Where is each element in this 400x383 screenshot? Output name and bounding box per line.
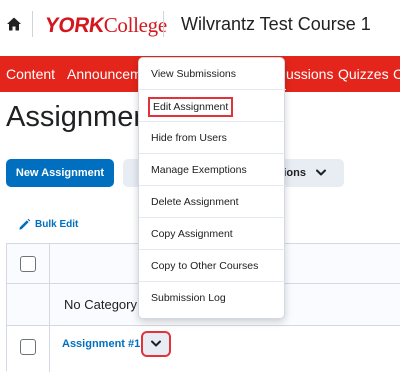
menu-item-label: Submission Log	[151, 292, 226, 304]
menu-item-label: Edit Assignment	[148, 97, 234, 117]
menu-item-label: Copy Assignment	[151, 228, 233, 240]
header-divider	[163, 11, 164, 37]
chevron-down-icon	[316, 169, 326, 176]
table-row: Assignment #1	[7, 326, 400, 372]
chevron-down-icon	[151, 340, 161, 347]
course-title[interactable]: Wilvrantz Test Course 1	[181, 14, 371, 35]
header-divider	[32, 11, 33, 37]
menu-item-delete-assignment[interactable]: Delete Assignment	[139, 186, 286, 218]
assignment-context-menu: View Submissions Edit Assignment Hide fr…	[138, 57, 286, 319]
bulk-edit-label: Bulk Edit	[35, 219, 79, 230]
pencil-icon	[19, 218, 31, 230]
york-college-logo[interactable]: YORK College	[43, 13, 168, 37]
logo-york-text: YORK	[43, 14, 106, 37]
page-title: Assignment	[6, 101, 158, 133]
menu-item-label: Delete Assignment	[151, 196, 239, 208]
menu-item-manage-exemptions[interactable]: Manage Exemptions	[139, 154, 286, 186]
menu-item-edit-assignment[interactable]: Edit Assignment	[139, 90, 286, 122]
assignment-link[interactable]: Assignment #1	[62, 338, 140, 350]
nav-item-quizzes[interactable]: Quizzes	[338, 66, 389, 82]
select-all-checkbox[interactable]	[20, 256, 36, 272]
assignment-actions-button[interactable]	[141, 331, 171, 357]
menu-item-copy-assignment[interactable]: Copy Assignment	[139, 218, 286, 250]
category-label: No Category	[64, 297, 137, 312]
bulk-edit-link[interactable]: Bulk Edit	[18, 218, 78, 231]
menu-item-label: Manage Exemptions	[151, 164, 247, 176]
nav-item-more[interactable]: C	[393, 66, 400, 82]
column-divider	[49, 244, 50, 372]
course-header: YORK College Wilvrantz Test Course 1	[0, 0, 400, 55]
menu-item-copy-to-other-courses[interactable]: Copy to Other Courses	[139, 250, 286, 282]
menu-item-view-submissions[interactable]: View Submissions	[139, 58, 286, 90]
menu-item-label: View Submissions	[151, 68, 237, 80]
menu-item-hide-from-users[interactable]: Hide from Users	[139, 122, 286, 154]
row-checkbox[interactable]	[20, 339, 36, 355]
logo-college-text: College	[103, 13, 168, 37]
menu-item-label: Hide from Users	[151, 132, 227, 144]
menu-item-label: Copy to Other Courses	[151, 260, 259, 272]
new-assignment-button[interactable]: New Assignment	[6, 159, 114, 187]
nav-item-content[interactable]: Content	[6, 66, 55, 82]
nav-item-discussions[interactable]: ussions	[286, 66, 333, 82]
home-icon[interactable]	[6, 16, 22, 32]
menu-item-submission-log[interactable]: Submission Log	[139, 282, 286, 314]
